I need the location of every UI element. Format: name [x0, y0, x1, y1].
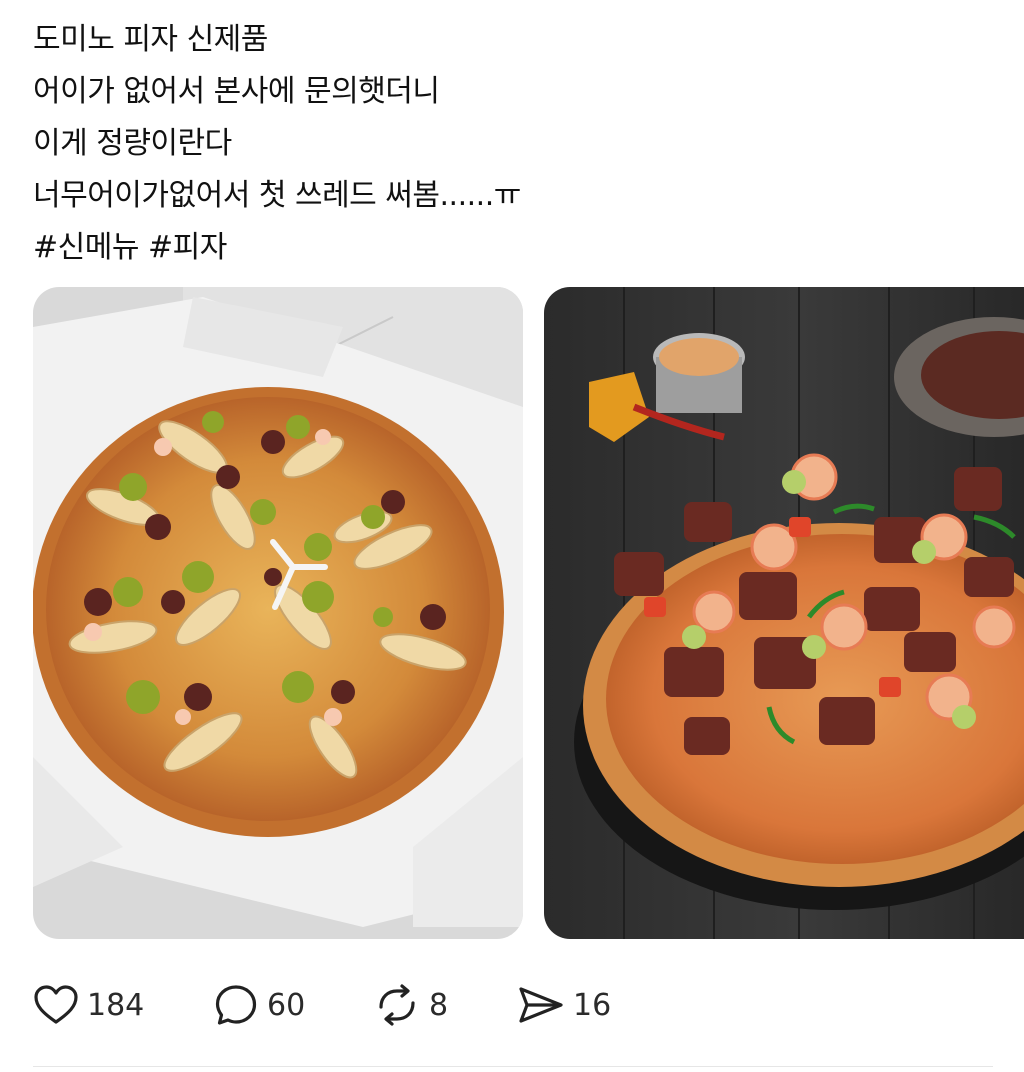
- divider: [33, 1066, 993, 1067]
- post-line-2: 어이가 없어서 본사에 문의햇더니: [33, 74, 440, 109]
- repost-button[interactable]: 8: [373, 978, 448, 1032]
- share-button[interactable]: 16: [517, 978, 611, 1032]
- heart-icon: [33, 984, 79, 1026]
- post-text: 도미노 피자 신제품 어이가 없어서 본사에 문의햇더니 이게 정량이란다 너무…: [33, 14, 993, 274]
- comment-button[interactable]: 60: [213, 978, 305, 1032]
- comment-bubble-icon: [213, 983, 259, 1027]
- delivered-pizza-image: [33, 287, 523, 939]
- share-count: 16: [573, 987, 612, 1023]
- post-line-3: 이게 정량이란다: [33, 126, 232, 161]
- photo-advertised-pizza[interactable]: [544, 287, 1024, 939]
- like-button[interactable]: 184: [33, 978, 144, 1032]
- advertised-pizza-image: [544, 287, 1024, 939]
- repost-count: 8: [429, 987, 449, 1023]
- media-carousel[interactable]: [33, 287, 1024, 939]
- post-line-4: 너무어이가없어서 첫 쓰레드 써봄......ㅠ: [33, 178, 521, 213]
- post-line-1: 도미노 피자 신제품: [33, 22, 268, 57]
- send-icon: [517, 984, 565, 1026]
- like-count: 184: [87, 987, 145, 1023]
- repost-icon: [373, 983, 421, 1027]
- photo-delivered-pizza[interactable]: [33, 287, 523, 939]
- hashtag-new-menu[interactable]: #신메뉴: [33, 230, 139, 265]
- hashtag-pizza[interactable]: #피자: [148, 230, 227, 265]
- comment-count: 60: [267, 987, 306, 1023]
- hashtag-line: #신메뉴 #피자: [33, 222, 993, 274]
